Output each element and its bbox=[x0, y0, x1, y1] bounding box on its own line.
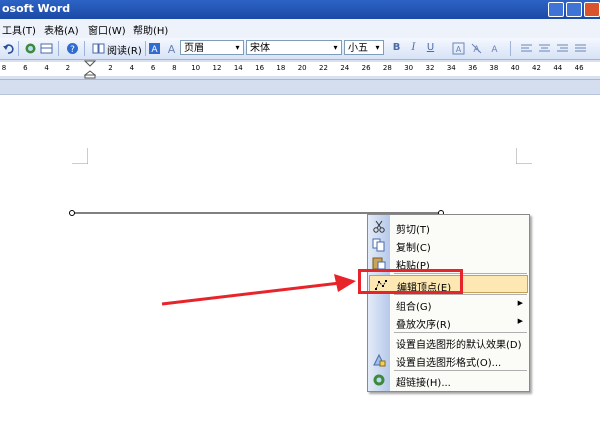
menu-item-group[interactable]: 组合(G) ▶ bbox=[368, 295, 529, 313]
red-arrow-shaft bbox=[161, 281, 341, 306]
hyperlink-icon bbox=[373, 374, 385, 386]
paste-icon bbox=[372, 257, 386, 270]
menu-item-label: 设置自选图形的默认效果(D) bbox=[396, 340, 522, 351]
red-arrow-head bbox=[334, 274, 356, 292]
context-menu: 剪切(T) 复制(C) 粘贴(P) 编辑顶点(E) 组合(G) ▶ 叠放次序(R… bbox=[367, 214, 530, 392]
menu-item-hyperlink[interactable]: 超链接(H)... bbox=[368, 371, 529, 389]
menu-item-label: 设置自选图形格式(O)... bbox=[396, 358, 502, 369]
line-start-handle bbox=[69, 210, 75, 216]
menu-item-order[interactable]: 叠放次序(R) ▶ bbox=[368, 313, 529, 331]
format-shape-icon bbox=[373, 353, 386, 367]
menu-item-label: 剪切(T) bbox=[396, 225, 430, 236]
menu-item-label: 组合(G) bbox=[396, 302, 432, 313]
menu-item-label: 叠放次序(R) bbox=[396, 320, 451, 331]
red-highlight-box bbox=[358, 269, 463, 294]
menu-item-label: 复制(C) bbox=[396, 243, 431, 254]
menu-item-label: 超链接(H)... bbox=[396, 378, 451, 389]
menu-item-cut[interactable]: 剪切(T) bbox=[368, 218, 529, 236]
menu-item-default-effect[interactable]: 设置自选图形的默认效果(D) bbox=[368, 333, 529, 351]
copy-icon bbox=[372, 238, 385, 252]
submenu-arrow-icon: ▶ bbox=[517, 299, 523, 307]
submenu-arrow-icon: ▶ bbox=[517, 317, 523, 325]
menu-item-format-shape[interactable]: 设置自选图形格式(O)... bbox=[368, 351, 529, 369]
menu-item-copy[interactable]: 复制(C) bbox=[368, 236, 529, 254]
scissors-icon bbox=[373, 220, 385, 233]
